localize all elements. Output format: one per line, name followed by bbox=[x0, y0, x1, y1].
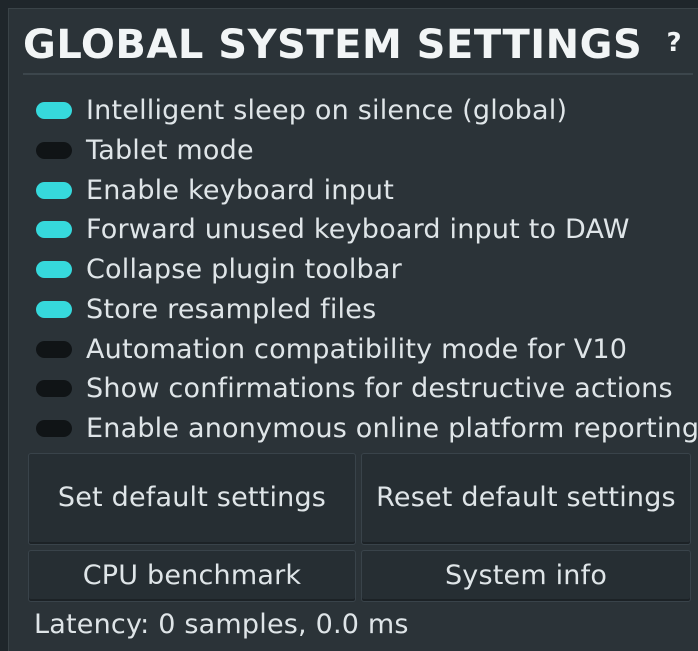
reset-default-settings-button[interactable]: Reset default settings bbox=[361, 453, 691, 545]
global-system-settings-panel: GLOBAL SYSTEM SETTINGS ? Intelligent sle… bbox=[8, 8, 698, 651]
option-store-resampled-files[interactable]: Store resampled files bbox=[9, 291, 698, 331]
option-label: Forward unused keyboard input to DAW bbox=[86, 214, 630, 246]
toggle-switch[interactable] bbox=[36, 141, 72, 159]
option-label: Show confirmations for destructive actio… bbox=[86, 373, 673, 405]
option-label: Store resampled files bbox=[86, 293, 377, 325]
option-anonymous-reporting[interactable]: Enable anonymous online platform reporti… bbox=[9, 410, 698, 450]
option-label: Automation compatibility mode for V10 bbox=[86, 333, 628, 365]
toggle-switch[interactable] bbox=[36, 380, 72, 398]
toggle-switch[interactable] bbox=[36, 181, 72, 199]
option-tablet-mode[interactable]: Tablet mode bbox=[9, 132, 698, 172]
help-icon[interactable]: ? bbox=[661, 27, 687, 59]
toggle-switch[interactable] bbox=[36, 420, 72, 437]
options-list: Intelligent sleep on silence (global) Ta… bbox=[9, 92, 698, 450]
toggle-switch[interactable] bbox=[36, 102, 72, 119]
option-label: Intelligent sleep on silence (global) bbox=[86, 95, 568, 126]
option-label: Enable anonymous online platform reporti… bbox=[86, 413, 698, 444]
panel-header: GLOBAL SYSTEM SETTINGS ? bbox=[9, 9, 698, 73]
option-show-confirmations[interactable]: Show confirmations for destructive actio… bbox=[9, 370, 698, 410]
option-forward-keyboard-input[interactable]: Forward unused keyboard input to DAW bbox=[9, 211, 698, 251]
toggle-switch[interactable] bbox=[36, 300, 72, 318]
toggle-switch[interactable] bbox=[36, 340, 72, 358]
latency-status: Latency: 0 samples, 0.0 ms bbox=[34, 609, 409, 640]
option-enable-keyboard-input[interactable]: Enable keyboard input bbox=[9, 172, 698, 212]
option-collapse-plugin-toolbar[interactable]: Collapse plugin toolbar bbox=[9, 251, 698, 291]
panel-title: GLOBAL SYSTEM SETTINGS bbox=[23, 22, 643, 68]
toggle-switch[interactable] bbox=[36, 261, 72, 278]
system-info-button[interactable]: System info bbox=[361, 550, 691, 602]
option-label: Tablet mode bbox=[86, 134, 254, 166]
option-label: Collapse plugin toolbar bbox=[86, 254, 402, 285]
option-intelligent-sleep[interactable]: Intelligent sleep on silence (global) bbox=[9, 92, 698, 132]
set-default-settings-button[interactable]: Set default settings bbox=[28, 453, 356, 545]
toggle-switch[interactable] bbox=[36, 221, 72, 239]
option-automation-compatibility[interactable]: Automation compatibility mode for V10 bbox=[9, 331, 698, 371]
header-divider bbox=[23, 73, 693, 75]
option-label: Enable keyboard input bbox=[86, 174, 395, 206]
cpu-benchmark-button[interactable]: CPU benchmark bbox=[28, 550, 356, 602]
